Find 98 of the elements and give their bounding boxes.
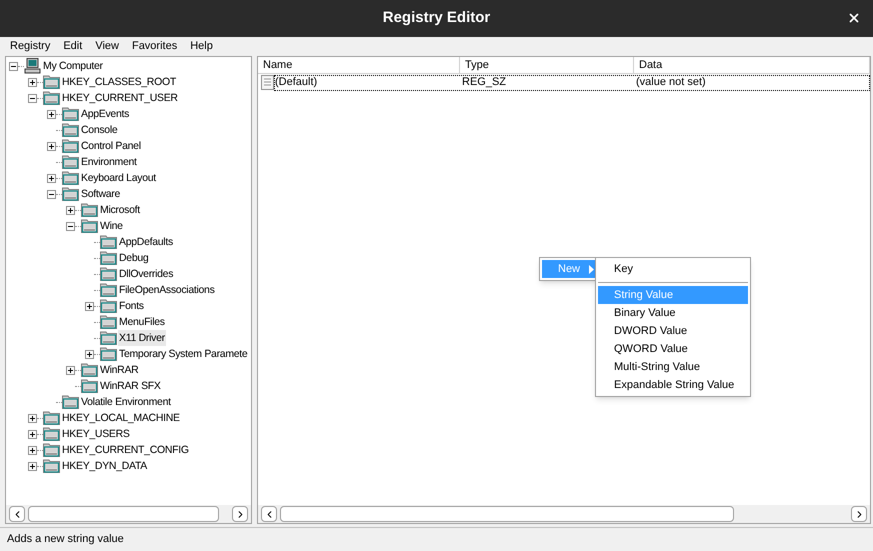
expand-box[interactable] [28,462,37,470]
folder-icon [43,75,60,89]
menu-item[interactable]: DWORD Value [598,322,748,340]
tree-item[interactable]: AppEvents [80,106,130,122]
column-header[interactable]: Name [258,57,460,73]
menu-item[interactable]: Multi-String Value [598,358,748,376]
scroll-right-button[interactable] [851,506,867,522]
table-cell-text: REG_SZ [461,75,508,90]
folder-icon [62,395,79,409]
folder-icon [62,139,79,153]
tree-item[interactable]: Volatile Environment [80,394,172,410]
tree-item[interactable]: HKEY_DYN_DATA [61,458,148,474]
folder-icon [100,267,117,281]
scroll-right-button[interactable] [232,506,248,522]
folder-icon [100,299,117,313]
string-value-icon [261,75,274,90]
menu-item[interactable]: QWORD Value [598,340,748,358]
status-text: Adds a new string value [7,532,124,548]
expand-box[interactable] [66,366,75,374]
tree-item[interactable]: Wine [99,218,124,234]
tree-item[interactable]: Fonts [118,298,145,314]
folder-icon [100,235,117,249]
expand-box[interactable] [28,414,37,422]
folder-icon [62,155,79,169]
scroll-left-button[interactable] [9,506,25,522]
folder-icon [62,107,79,121]
expand-box[interactable] [85,302,94,310]
folder-icon [81,203,98,217]
folder-icon [43,427,60,441]
tree-item[interactable]: MenuFiles [118,314,166,330]
collapse-box[interactable] [47,190,56,198]
collapse-box[interactable] [9,62,18,70]
menu-item[interactable]: Key [598,260,748,278]
tree-item[interactable]: HKEY_CURRENT_USER [61,90,179,106]
tree-item[interactable]: DllOverrides [118,266,174,282]
tree-item[interactable]: HKEY_CLASSES_ROOT [61,74,177,90]
close-icon [847,11,861,25]
folder-icon [62,123,79,137]
expand-box[interactable] [85,350,94,358]
tree-item[interactable]: AppDefaults [118,234,174,250]
folder-icon [62,187,79,201]
expand-box[interactable] [28,430,37,438]
window-title: Registry Editor [382,8,490,28]
menu-item[interactable]: Binary Value [598,304,748,322]
tree-item[interactable]: Microsoft [99,202,141,218]
tree-item[interactable]: HKEY_LOCAL_MACHINE [61,410,181,426]
tree-item[interactable]: FileOpenAssociations [118,282,216,298]
folder-icon [43,91,60,105]
expand-box[interactable] [66,206,75,214]
expand-box[interactable] [28,78,37,86]
folder-icon [43,459,60,473]
tree-item[interactable]: HKEY_USERS [61,426,131,442]
tree-item[interactable]: Control Panel [80,138,142,154]
folder-icon [81,379,98,393]
collapse-box[interactable] [66,222,75,230]
horizontal-scrollbar[interactable] [6,505,251,523]
value-row[interactable]: (Default) REG_SZ (value not set) [274,74,870,90]
tree-item[interactable]: Keyboard Layout [80,170,157,186]
folder-icon [43,443,60,457]
table-cell-text: (value not set) [635,75,707,90]
column-header[interactable]: Data [634,57,870,73]
expand-box[interactable] [47,142,56,150]
folder-icon [100,251,117,265]
folder-icon [62,171,79,185]
menu-item[interactable]: Edit [63,38,82,55]
folder-icon [81,363,98,377]
tree-item[interactable]: My Computer [42,58,104,74]
menu-item[interactable]: View [95,38,119,55]
scroll-left-button[interactable] [261,506,277,522]
menu-item[interactable]: Help [190,38,213,55]
tree-item[interactable]: Console [80,122,118,138]
horizontal-scrollbar[interactable] [258,505,870,523]
tree-item[interactable]: WinRAR SFX [99,378,162,394]
folder-icon [100,331,117,345]
menu-item[interactable]: Registry [10,38,50,55]
tree-item[interactable]: Debug [118,250,150,266]
expand-box[interactable] [47,174,56,182]
menu-item[interactable]: Expandable String Value [598,376,748,394]
folder-icon [43,411,60,425]
scroll-thumb[interactable] [280,506,734,522]
menu-item[interactable]: Favorites [132,38,178,55]
table-cell-text: (Default) [275,75,318,90]
tree-item[interactable]: X11 Driver [118,330,166,346]
scroll-thumb[interactable] [28,506,219,522]
computer-icon [24,58,41,74]
folder-icon [81,219,98,233]
tree-item[interactable]: Software [80,186,122,202]
tree-item[interactable]: Environment [80,154,138,170]
folder-icon [100,347,117,361]
tree-item[interactable]: Temporary System Paramete [118,346,248,362]
tree-item[interactable]: WinRAR [99,362,140,378]
expand-box[interactable] [28,446,37,454]
column-header[interactable]: Type [460,57,634,73]
collapse-box[interactable] [28,94,37,102]
folder-icon [100,315,117,329]
folder-icon [100,283,117,297]
expand-box[interactable] [47,110,56,118]
tree-item[interactable]: HKEY_CURRENT_CONFIG [61,442,190,458]
